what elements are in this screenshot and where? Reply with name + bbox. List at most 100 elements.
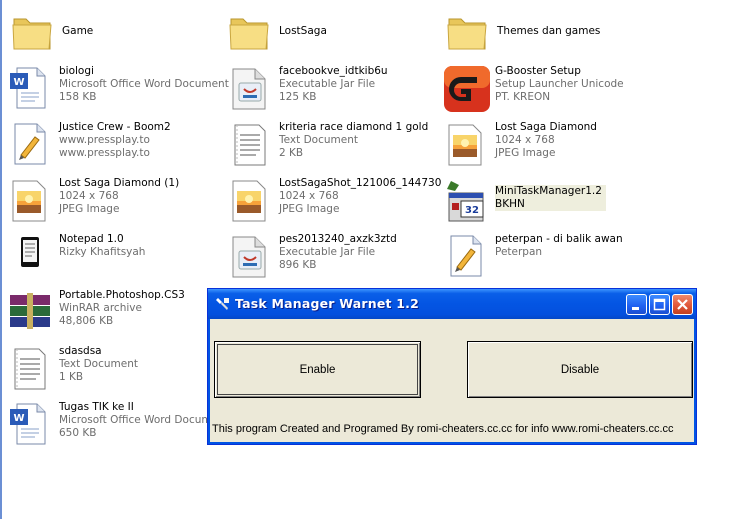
file-item-peterpan[interactable]: peterpan - di balik awan Peterpan — [443, 233, 643, 283]
file-size: 48,806 KB — [59, 315, 114, 327]
file-type: WinRAR archive — [59, 302, 142, 314]
file-item-lost-saga-diamond[interactable]: Lost Saga Diamond 1024 x 768 JPEG Image — [443, 121, 643, 171]
task-manager-dialog: Task Manager Warnet 1.2 Enable Disable T… — [207, 288, 697, 445]
credit-text: This program Created and Programed By ro… — [212, 423, 674, 435]
dialog-titlebar[interactable]: Task Manager Warnet 1.2 — [208, 289, 696, 319]
file-name: peterpan - di balik awan — [495, 233, 623, 245]
file-name: Lost Saga Diamond (1) — [59, 177, 180, 189]
image-dimensions: 1024 x 768 — [59, 190, 119, 202]
file-name: kriteria race diamond 1 gold — [279, 121, 429, 133]
winrar-archive-icon — [7, 289, 53, 339]
text-document-icon — [227, 121, 273, 171]
maximize-icon — [653, 298, 666, 311]
image-dimensions: 1024 x 768 — [495, 134, 555, 146]
folder-icon — [10, 9, 56, 59]
file-meta: www.pressplay.to — [59, 134, 150, 146]
jpeg-image-icon — [443, 121, 489, 171]
file-name: Justice Crew - Boom2 — [59, 121, 171, 133]
file-item-justice-crew[interactable]: Justice Crew - Boom2 www.pressplay.to ww… — [7, 121, 207, 171]
file-name: LostSaga — [279, 25, 327, 37]
jpeg-image-icon — [7, 177, 53, 227]
file-item-notepad[interactable]: Notepad 1.0 Rizky Khafitsyah — [7, 233, 207, 283]
file-item-facebookve[interactable]: facebookve_idtkib6u Executable Jar File … — [227, 65, 427, 115]
close-icon — [677, 299, 688, 310]
file-company: Peterpan — [495, 246, 543, 258]
svg-text:32: 32 — [465, 205, 479, 216]
file-name: Notepad 1.0 — [59, 233, 124, 245]
folder-icon — [227, 9, 273, 59]
file-item-game[interactable]: Game — [10, 9, 210, 59]
minimize-button[interactable] — [626, 294, 647, 315]
file-type: Text Document — [279, 134, 358, 146]
file-size: 2 KB — [279, 147, 304, 159]
file-item-lostsaga[interactable]: LostSaga — [227, 9, 427, 59]
maximize-button[interactable] — [649, 294, 670, 315]
notepad-app-icon — [7, 233, 53, 283]
file-item-tugas-tik[interactable]: W Tugas TIK ke II Microsoft Office Word … — [7, 401, 229, 451]
file-name: Themes dan games — [497, 25, 601, 37]
disable-button[interactable]: Disable — [467, 341, 693, 398]
dialog-body: Enable Disable This program Created and … — [211, 319, 693, 441]
file-size: 125 KB — [279, 91, 317, 103]
file-size: 896 KB — [279, 259, 317, 271]
mini-task-manager-icon: 32 — [443, 177, 489, 227]
file-name: sdasdsa — [59, 345, 102, 357]
enable-button-label: Enable — [299, 363, 336, 376]
file-item-themes-dan-games[interactable]: Themes dan games — [445, 9, 645, 59]
file-item-gbooster-setup[interactable]: G-Booster Setup Setup Launcher Unicode P… — [443, 65, 643, 115]
file-name: G-Booster Setup — [495, 65, 581, 77]
file-meta: www.pressplay.to — [59, 147, 150, 159]
java-jar-icon — [227, 65, 273, 115]
svg-text:W: W — [13, 413, 24, 424]
file-name: facebookve_idtkib6u — [279, 65, 388, 77]
window-left-border — [0, 0, 2, 519]
file-name: Game — [62, 25, 94, 37]
file-name: pes2013240_axzk3ztd — [279, 233, 397, 245]
file-type: Microsoft Office Word Document — [59, 78, 229, 90]
file-name: LostSagaShot_121006_144730 — [279, 177, 442, 189]
file-company: Rizky Khafitsyah — [59, 246, 146, 258]
minimize-icon — [632, 307, 639, 310]
svg-text:W: W — [13, 77, 24, 88]
file-name: Lost Saga Diamond — [495, 121, 597, 133]
file-item-sdasdsa[interactable]: sdasdsa Text Document 1 KB — [7, 345, 207, 395]
gbooster-setup-icon — [443, 65, 490, 115]
file-type: JPEG Image — [279, 203, 340, 215]
file-type: JPEG Image — [59, 203, 120, 215]
dialog-title: Task Manager Warnet 1.2 — [235, 296, 419, 311]
file-size: 158 KB — [59, 91, 97, 103]
file-name: Portable.Photoshop.CS3 — [59, 289, 185, 301]
file-type: Executable Jar File — [279, 78, 376, 90]
app-titlebar-icon — [215, 296, 231, 312]
file-item-pes2013[interactable]: pes2013240_axzk3ztd Executable Jar File … — [227, 233, 427, 283]
word-document-icon: W — [7, 65, 53, 115]
java-jar-icon — [227, 233, 273, 283]
file-item-lost-saga-diamond-1[interactable]: Lost Saga Diamond (1) 1024 x 768 JPEG Im… — [7, 177, 207, 227]
file-name: MiniTaskManager1.2 — [495, 185, 602, 197]
file-item-lostsagashot[interactable]: LostSagaShot_121006_144730 1024 x 768 JP… — [227, 177, 441, 227]
file-size: 1 KB — [59, 371, 84, 383]
shortcut-document-icon — [7, 121, 53, 171]
image-dimensions: 1024 x 768 — [279, 190, 339, 202]
file-type: Executable Jar File — [279, 246, 376, 258]
file-item-kriteria[interactable]: kriteria race diamond 1 gold Text Docume… — [227, 121, 429, 171]
file-company: PT. KREON — [495, 91, 551, 103]
file-name: Tugas TIK ke II — [59, 401, 134, 413]
disable-button-label: Disable — [560, 363, 600, 376]
file-item-minitaskmanager[interactable]: 32 MiniTaskManager1.2 BKHN — [443, 177, 643, 227]
file-item-biologi[interactable]: W biologi Microsoft Office Word Document… — [7, 65, 229, 115]
close-button[interactable] — [672, 294, 693, 315]
text-document-icon — [7, 345, 53, 395]
file-name: biologi — [59, 65, 94, 77]
file-type: Text Document — [59, 358, 138, 370]
word-document-icon: W — [7, 401, 53, 451]
jpeg-image-icon — [227, 177, 273, 227]
file-type: Setup Launcher Unicode — [495, 78, 624, 90]
folder-icon — [445, 9, 491, 59]
enable-button[interactable]: Enable — [214, 341, 421, 398]
file-type: JPEG Image — [495, 147, 556, 159]
shortcut-document-icon — [443, 233, 489, 283]
file-company: BKHN — [495, 198, 525, 210]
file-item-portable-photoshop[interactable]: Portable.Photoshop.CS3 WinRAR archive 48… — [7, 289, 207, 339]
file-type: Microsoft Office Word Document — [59, 414, 229, 426]
